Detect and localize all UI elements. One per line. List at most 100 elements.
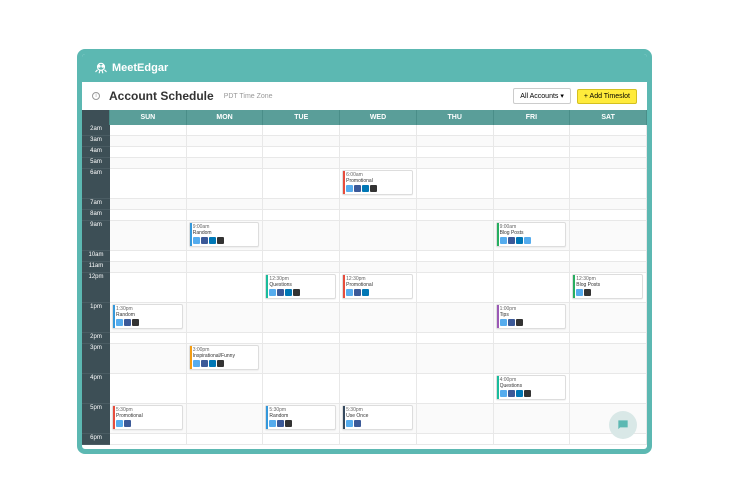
calendar-cell[interactable] [417, 251, 494, 262]
calendar-cell[interactable] [570, 136, 647, 147]
event-card[interactable]: 9:00amBlog Posts [496, 222, 567, 247]
calendar-cell[interactable] [570, 169, 647, 199]
calendar-cell[interactable] [417, 374, 494, 404]
calendar-cell[interactable] [417, 344, 494, 374]
calendar-cell[interactable] [570, 374, 647, 404]
calendar-cell[interactable] [340, 333, 417, 344]
calendar-cell[interactable] [263, 125, 340, 136]
calendar-cell[interactable] [110, 210, 187, 221]
calendar-cell[interactable]: 12:30pmPromotional [340, 273, 417, 303]
calendar-cell[interactable] [570, 199, 647, 210]
calendar-cell[interactable]: 5:30pmRandom [263, 404, 340, 434]
calendar-cell[interactable] [494, 125, 571, 136]
calendar-cell[interactable] [110, 374, 187, 404]
calendar-cell[interactable] [494, 273, 571, 303]
calendar-cell[interactable] [340, 262, 417, 273]
calendar-cell[interactable] [494, 434, 571, 445]
calendar-cell[interactable] [494, 251, 571, 262]
calendar-cell[interactable] [263, 158, 340, 169]
calendar-cell[interactable] [570, 333, 647, 344]
calendar-cell[interactable]: 1:00pmTips [494, 303, 571, 333]
calendar-cell[interactable] [570, 125, 647, 136]
calendar-cell[interactable] [417, 303, 494, 333]
calendar-cell[interactable]: 5:30pmPromotional [110, 404, 187, 434]
calendar-cell[interactable] [110, 251, 187, 262]
calendar-cell[interactable] [187, 434, 264, 445]
calendar-cell[interactable] [187, 158, 264, 169]
calendar-cell[interactable] [417, 434, 494, 445]
calendar-cell[interactable] [263, 210, 340, 221]
calendar-cell[interactable] [340, 221, 417, 251]
calendar-cell[interactable] [570, 147, 647, 158]
calendar-cell[interactable] [263, 199, 340, 210]
calendar-cell[interactable] [417, 273, 494, 303]
calendar-cell[interactable] [494, 158, 571, 169]
event-card[interactable]: 6:00amPromotional [342, 170, 413, 195]
calendar-cell[interactable] [340, 251, 417, 262]
add-timeslot-button[interactable]: + Add Timeslot [577, 89, 637, 104]
calendar-cell[interactable]: 12:30pmQuestions [263, 273, 340, 303]
calendar-cell[interactable] [417, 404, 494, 434]
calendar-cell[interactable] [110, 273, 187, 303]
calendar-cell[interactable] [263, 169, 340, 199]
calendar-cell[interactable] [417, 262, 494, 273]
calendar-cell[interactable] [570, 262, 647, 273]
calendar-cell[interactable] [263, 434, 340, 445]
calendar-cell[interactable] [494, 333, 571, 344]
calendar-cell[interactable]: 12:30pmBlog Posts [570, 273, 647, 303]
calendar-cell[interactable] [494, 147, 571, 158]
calendar-cell[interactable] [263, 303, 340, 333]
event-card[interactable]: 1:00pmTips [496, 304, 567, 329]
calendar-cell[interactable] [187, 262, 264, 273]
calendar-cell[interactable] [340, 136, 417, 147]
calendar-cell[interactable] [570, 210, 647, 221]
calendar-cell[interactable]: 9:00amBlog Posts [494, 221, 571, 251]
calendar-cell[interactable] [417, 158, 494, 169]
calendar-cell[interactable] [340, 303, 417, 333]
info-icon[interactable]: i [92, 92, 100, 100]
calendar-cell[interactable] [110, 158, 187, 169]
calendar-cell[interactable] [187, 273, 264, 303]
calendar-cell[interactable] [110, 344, 187, 374]
calendar-cell[interactable] [570, 221, 647, 251]
event-card[interactable]: 3:00pmInspirational/Funny [189, 345, 260, 370]
calendar-cell[interactable] [110, 221, 187, 251]
calendar-cell[interactable] [110, 333, 187, 344]
calendar-cell[interactable] [417, 333, 494, 344]
calendar-cell[interactable] [494, 169, 571, 199]
accounts-dropdown[interactable]: All Accounts ▾ [513, 88, 571, 104]
calendar-cell[interactable] [494, 344, 571, 374]
calendar-cell[interactable] [570, 344, 647, 374]
calendar-cell[interactable] [263, 251, 340, 262]
calendar-cell[interactable] [570, 303, 647, 333]
calendar-cell[interactable] [494, 262, 571, 273]
calendar-cell[interactable] [340, 210, 417, 221]
event-card[interactable]: 5:30pmUse Once [342, 405, 413, 430]
calendar-cell[interactable] [263, 333, 340, 344]
event-card[interactable]: 12:30pmQuestions [265, 274, 336, 299]
chat-widget[interactable] [609, 411, 637, 439]
calendar-cell[interactable] [417, 147, 494, 158]
calendar-cell[interactable] [417, 221, 494, 251]
calendar-cell[interactable] [187, 374, 264, 404]
calendar-cell[interactable] [263, 374, 340, 404]
calendar-cell[interactable] [340, 374, 417, 404]
calendar-cell[interactable] [110, 136, 187, 147]
calendar-cell[interactable] [340, 434, 417, 445]
calendar-cell[interactable] [187, 147, 264, 158]
calendar-cell[interactable] [110, 147, 187, 158]
calendar-cell[interactable] [263, 344, 340, 374]
calendar-cell[interactable] [340, 158, 417, 169]
calendar-cell[interactable] [187, 333, 264, 344]
event-card[interactable]: 9:00amRandom [189, 222, 260, 247]
calendar-cell[interactable] [340, 125, 417, 136]
calendar-cell[interactable] [417, 210, 494, 221]
calendar-cell[interactable] [570, 434, 647, 445]
calendar-cell[interactable] [187, 169, 264, 199]
calendar-cell[interactable] [417, 136, 494, 147]
calendar-cell[interactable]: 4:00pmQuestions [494, 374, 571, 404]
calendar-cell[interactable] [570, 158, 647, 169]
calendar-cell[interactable] [263, 221, 340, 251]
calendar-cell[interactable] [110, 434, 187, 445]
calendar-cell[interactable]: 1:30pmRandom [110, 303, 187, 333]
